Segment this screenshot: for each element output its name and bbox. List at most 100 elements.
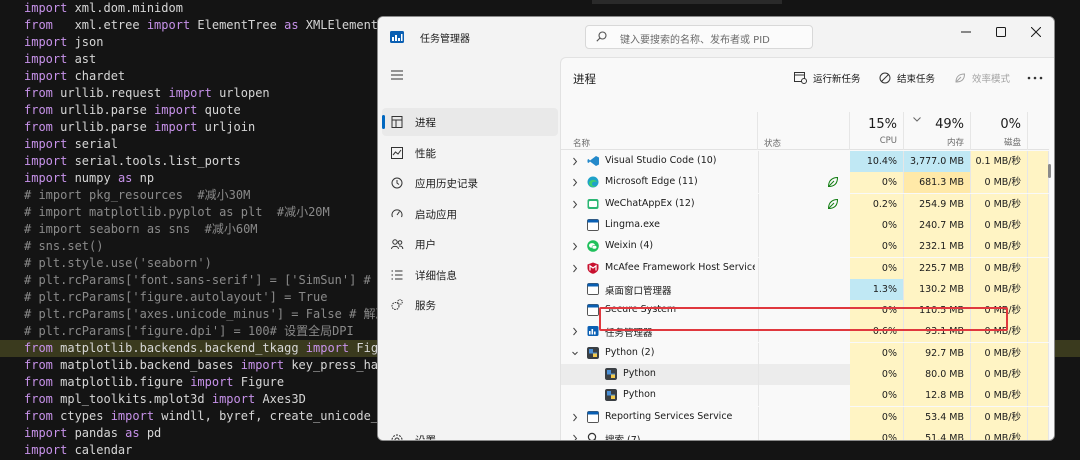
process-row[interactable]: Lingma.exe 0% 240.7 MB 0 MB/秒 [561,214,1049,236]
scrollbar[interactable] [1048,164,1051,178]
code-line[interactable]: # plt.rcParams['axes.unicode_minus'] = F… [24,306,388,323]
process-name: Python (2) [605,346,655,358]
disk-total-percent: 0% [1000,117,1021,132]
minimize-button[interactable] [951,21,981,43]
code-line[interactable]: # plt.rcParams['figure.autolayout'] = Tr… [24,289,327,306]
code-line[interactable]: from xml.etree import ElementTree as XML… [24,17,392,34]
code-line[interactable]: import json [24,34,103,51]
efficiency-mode-button[interactable]: 效率模式 [954,70,1010,86]
code-line[interactable]: import calendar [24,442,132,459]
code-line[interactable]: from ctypes import windll, byref, create… [24,408,392,425]
code-line[interactable]: # import matplotlib.pyplot as plt #减小20M [24,204,330,221]
cpu-column-label: CPU [879,136,897,146]
task-manager-app-icon [390,31,404,43]
process-child-row[interactable]: Python 0% 80.0 MB 0 MB/秒 [561,364,1049,385]
code-line[interactable]: from matplotlib.figure import Figure [24,374,284,391]
cpu-cell: 1.3% [850,278,904,300]
code-token: matplotlib.backends.backend_tkagg [52,341,306,355]
code-line[interactable]: # plt.rcParams['font.sans-serif'] = ['Si… [24,272,390,289]
sidebar-item-app-history[interactable]: 应用历史记录 [382,169,558,197]
maximize-button[interactable] [986,21,1016,43]
code-line[interactable]: # plt.style.use('seaborn') [24,255,212,272]
process-row[interactable]: Visual Studio Code (10) 10.4% 3,777.0 MB 0.… [561,151,1049,172]
code-token: Figure [233,375,285,389]
code-line[interactable]: import chardet [24,68,125,85]
memory-cell: 92.7 MB [904,342,971,364]
sidebar-item-startup[interactable]: 启动应用 [382,200,558,228]
code-line[interactable]: # import pkg_resources #减小30M [24,187,250,204]
process-row[interactable]: WeChatAppEx (12) 0.2% 254.9 MB 0 MB/秒 [561,193,1049,215]
chevron-down-icon[interactable] [572,349,578,358]
history-icon [391,177,403,189]
code-line[interactable]: # sns.set() [24,238,103,255]
cpu-cell: 0% [850,342,904,364]
chevron-right-icon[interactable] [572,157,578,166]
column-header-name[interactable]: 名称 [561,112,758,150]
end-task-button[interactable]: 结束任务 [879,70,935,86]
code-line[interactable]: from urllib.parse import quote [24,102,241,119]
column-header-cpu[interactable]: 15% CPU [850,112,904,150]
process-row[interactable]: Microsoft Edge (11) 0% 681.3 MB 0 MB/秒 [561,172,1049,194]
code-line[interactable]: import xml.dom.minidom [24,0,183,17]
code-line[interactable]: from urllib.parse import urljoin [24,119,255,136]
more-options-icon[interactable] [1027,76,1043,80]
run-new-task-button[interactable]: 运行新任务 [794,70,861,86]
code-token: import [154,103,198,117]
code-line[interactable]: import serial.tools.list_ports [24,153,241,170]
code-line[interactable]: import pandas as pd [24,425,161,442]
chevron-right-icon[interactable] [572,327,578,336]
network-cell [1028,172,1049,194]
search-input[interactable]: 键入要搜索的名称、发布者或 PID [585,25,813,49]
sidebar-item-performance[interactable]: 性能 [382,139,558,167]
code-line[interactable]: import ast [24,51,96,68]
process-row[interactable]: 搜索 (7) 0% 51.4 MB 0 MB/秒 [561,427,1049,441]
process-row[interactable]: Weixin (4) 0% 232.1 MB 0 MB/秒 [561,236,1049,258]
run-new-task-label: 运行新任务 [813,74,861,85]
sidebar-item-processes[interactable]: 进程 [382,108,558,136]
sidebar-item-settings[interactable]: 设置 [382,426,558,440]
sidebar-item-users[interactable]: 用户 [382,230,558,258]
code-token: import [154,120,198,134]
python-icon [587,346,599,359]
memory-cell: 51.4 MB [904,427,971,440]
code-line[interactable]: # import seaborn as sns #减小60M [24,221,258,238]
code-line[interactable]: from matplotlib.backend_bases import key… [24,357,400,374]
sidebar-item-services[interactable]: 服务 [382,291,558,319]
process-row[interactable]: Reporting Services Service 0% 53.4 MB 0 MB/… [561,406,1049,428]
process-name: Python [623,389,656,401]
chevron-right-icon[interactable] [572,200,578,209]
cpu-cell: 0% [850,236,904,258]
close-button[interactable] [1021,21,1051,43]
sidebar-item-label: 服务 [415,300,436,312]
process-row[interactable]: McAfee Framework Host Service... 0% 225.7 … [561,257,1049,279]
process-name: Python [623,368,656,379]
code-line[interactable]: from mpl_toolkits.mplot3d import Axes3D [24,391,306,408]
app-window-icon [587,282,599,295]
chevron-right-icon[interactable] [572,242,578,251]
code-token: import [24,154,68,168]
hamburger-menu-icon[interactable] [390,69,404,81]
chevron-right-icon[interactable] [572,434,578,441]
column-header-disk[interactable]: 0% 磁盘 [971,112,1028,150]
sidebar-item-details[interactable]: 详细信息 [382,261,558,289]
code-line[interactable]: # plt.rcParams['figure.dpi'] = 100# 设置全局… [24,323,354,340]
sort-chevron-icon [913,117,921,122]
processes-panel: 进程 运行新任务 结束任务 效率模式 名称 状态 15% CPU 49% 内存 … [560,57,1054,441]
column-header-status[interactable]: 状态 [758,112,850,150]
chevron-right-icon[interactable] [572,413,578,422]
chevron-right-icon[interactable] [572,178,578,187]
process-row[interactable]: 桌面窗口管理器 1.3% 130.2 MB 0 MB/秒 [561,278,1049,300]
column-separator [758,406,759,428]
code-line[interactable]: from urllib.request import urlopen [24,85,270,102]
process-child-row[interactable]: Python 0% 12.8 MB 0 MB/秒 [561,385,1049,407]
code-token: import [24,1,68,15]
process-row[interactable]: Python (2) 0% 92.7 MB 0 MB/秒 [561,342,1049,364]
efficiency-mode-label: 效率模式 [972,74,1011,85]
code-token: as [284,18,299,32]
chevron-right-icon[interactable] [572,264,578,273]
code-line[interactable]: import numpy as np [24,170,154,187]
editor-top-tab [592,0,782,4]
code-line[interactable]: import serial [24,136,118,153]
column-separator [758,427,759,440]
code-token: from [24,103,53,117]
